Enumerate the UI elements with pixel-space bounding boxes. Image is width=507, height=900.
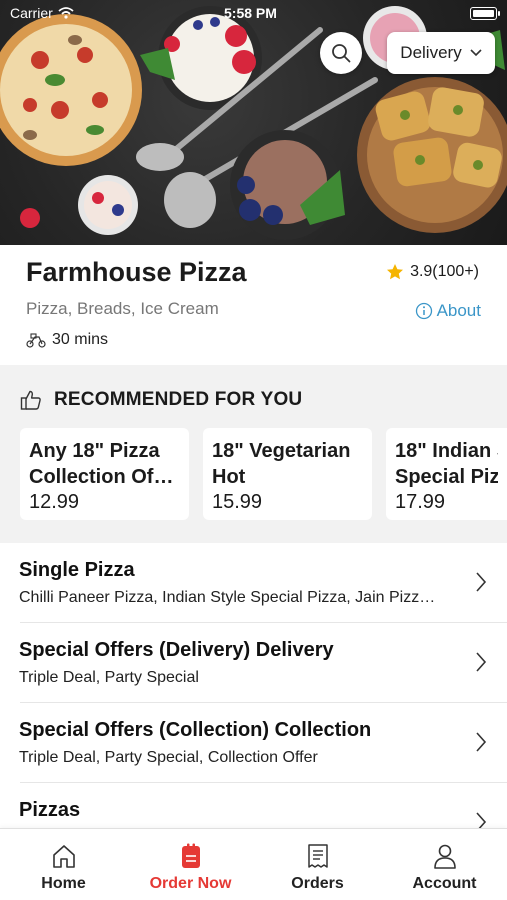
tab-orders[interactable]: Orders bbox=[254, 829, 381, 900]
chevron-right-icon bbox=[476, 652, 487, 672]
search-button[interactable] bbox=[320, 32, 362, 74]
thumbs-up-icon bbox=[20, 390, 41, 410]
item-title-line1: Any 18" Pizza bbox=[29, 440, 160, 462]
chevron-right-icon bbox=[476, 572, 487, 592]
item-title-line1: 18" Indian S bbox=[395, 440, 498, 462]
about-link[interactable]: About bbox=[415, 301, 481, 321]
star-icon bbox=[387, 264, 404, 280]
tab-label: Order Now bbox=[149, 875, 232, 892]
carrier-info: Carrier bbox=[10, 5, 74, 21]
delivery-mode-dropdown[interactable]: Delivery bbox=[387, 32, 495, 74]
battery-icon bbox=[470, 7, 500, 20]
recommended-section: RECOMMENDED FOR YOU Any 18" Pizza Collec… bbox=[0, 365, 507, 543]
tab-label: Home bbox=[41, 875, 86, 892]
restaurant-info: Farmhouse Pizza 3.9(100+) Pizza, Breads,… bbox=[0, 245, 507, 365]
carrier-label: Carrier bbox=[10, 5, 53, 21]
chevron-down-icon bbox=[470, 49, 482, 57]
category-title: Pizzas bbox=[19, 799, 81, 821]
recommended-title: RECOMMENDED FOR YOU bbox=[54, 389, 303, 410]
recommended-heading: RECOMMENDED FOR YOU bbox=[20, 389, 302, 411]
tab-home[interactable]: Home bbox=[0, 829, 127, 900]
receipt-icon bbox=[307, 844, 328, 868]
wifi-icon bbox=[58, 7, 74, 19]
category-title: Single Pizza bbox=[19, 559, 135, 581]
rating: 3.9(100+) bbox=[386, 263, 479, 281]
recommended-item[interactable]: 18" Vegetarian Hot 15.99 bbox=[203, 428, 372, 520]
delivery-scooter-icon bbox=[26, 333, 46, 348]
search-icon bbox=[332, 44, 351, 63]
item-price: 15.99 bbox=[212, 491, 263, 513]
delivery-mode-label: Delivery bbox=[400, 43, 462, 62]
chevron-right-icon bbox=[476, 732, 487, 752]
category-row[interactable]: Special Offers (Collection) Collection T… bbox=[0, 703, 507, 783]
item-title-line2: Collection Off… bbox=[29, 466, 180, 488]
restaurant-name: Farmhouse Pizza bbox=[26, 257, 247, 287]
recommended-item[interactable]: 18" Indian S Special Pizz 17.99 bbox=[386, 428, 507, 520]
rating-value: 3.9(100+) bbox=[410, 263, 479, 280]
delivery-time-value: 30 mins bbox=[52, 331, 109, 348]
tab-label: Account bbox=[412, 875, 477, 892]
info-icon bbox=[415, 302, 432, 320]
category-subtitle: Chilli Paneer Pizza, Indian Style Specia… bbox=[19, 589, 436, 606]
home-icon bbox=[52, 845, 75, 868]
tab-label: Orders bbox=[291, 875, 344, 892]
order-icon bbox=[181, 843, 200, 868]
status-bar: Carrier 5:58 PM bbox=[0, 0, 507, 28]
clock: 5:58 PM bbox=[224, 5, 277, 21]
tab-account[interactable]: Account bbox=[381, 829, 507, 900]
tab-order-now[interactable]: Order Now bbox=[127, 829, 254, 900]
item-price: 12.99 bbox=[29, 491, 80, 513]
user-icon bbox=[433, 844, 456, 869]
category-row[interactable]: Single Pizza Chilli Paneer Pizza, Indian… bbox=[0, 543, 507, 623]
category-subtitle: Triple Deal, Party Special bbox=[19, 669, 199, 686]
category-title: Special Offers (Delivery) Delivery bbox=[19, 639, 334, 661]
about-label: About bbox=[436, 301, 481, 320]
item-title-line2: Hot bbox=[212, 466, 246, 488]
category-subtitle: Triple Deal, Party Special, Collection O… bbox=[19, 749, 318, 766]
delivery-time: 30 mins bbox=[26, 331, 108, 349]
item-title-line2: Special Pizz bbox=[395, 466, 498, 488]
category-row[interactable]: Special Offers (Delivery) Delivery Tripl… bbox=[0, 623, 507, 703]
hero-banner: Carrier 5:58 PM Delivery bbox=[0, 0, 507, 245]
item-price: 17.99 bbox=[395, 491, 446, 513]
item-title-line1: 18" Vegetarian bbox=[212, 440, 351, 462]
category-title: Special Offers (Collection) Collection bbox=[19, 719, 372, 741]
cuisine-list: Pizza, Breads, Ice Cream bbox=[26, 299, 219, 318]
bottom-tab-bar: Home Order Now Orders Account bbox=[0, 828, 507, 900]
recommended-item[interactable]: Any 18" Pizza Collection Off… 12.99 bbox=[20, 428, 189, 520]
